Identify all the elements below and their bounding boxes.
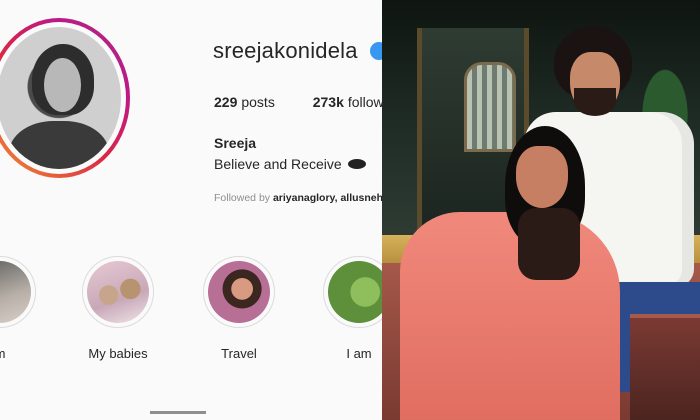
- highlight-ring: [203, 256, 275, 328]
- highlight-item[interactable]: My babies: [82, 256, 154, 361]
- highlight-ring: [82, 256, 154, 328]
- profile-avatar[interactable]: [0, 18, 130, 178]
- followed-by-prefix: Followed by: [214, 192, 271, 204]
- highlight-item[interactable]: m: [0, 256, 36, 361]
- woman-saree: [400, 212, 620, 420]
- highlight-item[interactable]: I am: [323, 256, 382, 361]
- highlights-scroll-indicator: [150, 411, 206, 414]
- highlight-ring: [323, 256, 382, 328]
- highlight-photo: [0, 261, 31, 323]
- bio-text: Believe and Receive: [214, 156, 342, 172]
- couple-photo: [382, 0, 700, 420]
- highlight-label: My babies: [88, 346, 148, 361]
- woman-hair-fall: [518, 208, 580, 280]
- avatar-photo: [0, 27, 121, 169]
- followers-count: 273k: [312, 94, 344, 110]
- profile-stats: 229 posts 273k follow: [214, 94, 382, 110]
- highlight-label: Travel: [221, 346, 257, 361]
- highlight-photo: [87, 261, 149, 323]
- avatar-border: [0, 22, 126, 174]
- followers-label: follow: [347, 94, 382, 110]
- followed-by-names[interactable]: ariyanaglory, allusneh: [273, 192, 382, 204]
- bio-emoji-icon: [347, 159, 366, 170]
- profile-bio: Believe and Receive: [214, 156, 366, 172]
- woman-face: [516, 146, 568, 208]
- highlight-ring: [0, 256, 36, 328]
- highlight-photo: [208, 261, 270, 323]
- profile-panel: sreejakonidela 229 posts 273k follow Sreej…: [0, 0, 382, 420]
- highlight-label: m: [0, 346, 36, 361]
- highlight-photo: [328, 261, 382, 323]
- highlight-item[interactable]: Travel: [203, 256, 275, 361]
- photo-bench: [630, 314, 700, 420]
- profile-fullname: Sreeja: [214, 135, 257, 151]
- posts-stat[interactable]: 229 posts: [214, 94, 275, 110]
- posts-label: posts: [241, 94, 275, 110]
- profile-username: sreejakonidela: [213, 38, 358, 63]
- highlight-label: I am: [346, 346, 372, 361]
- followed-by-line[interactable]: Followed by ariyanaglory, allusneh: [214, 192, 382, 204]
- photo-woman: [400, 126, 620, 420]
- avatar-shirt: [9, 120, 109, 169]
- followers-stat[interactable]: 273k follow: [313, 94, 382, 110]
- posts-count: 229: [214, 94, 238, 110]
- man-beard: [574, 88, 616, 116]
- verified-badge-icon: [370, 42, 382, 60]
